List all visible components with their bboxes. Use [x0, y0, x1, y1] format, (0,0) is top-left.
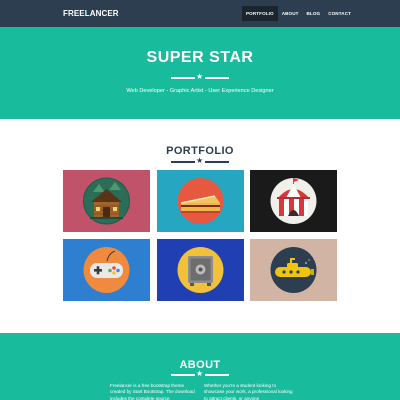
submarine-icon — [270, 247, 317, 293]
portfolio-item-game-controller[interactable] — [63, 239, 150, 301]
portfolio-star-divider: ★ — [0, 156, 400, 166]
game-controller-icon — [83, 247, 130, 293]
nav-menu: PORTFOLIO ABOUT BLOG CONTACT — [242, 6, 355, 21]
about-text-left: Freelancer is a free bootstrap theme cre… — [110, 383, 195, 400]
divider-line-left — [171, 374, 195, 376]
brand-logo-text[interactable]: FREELANCER — [63, 9, 119, 18]
about-text-right: Whether you're a student looking to show… — [204, 383, 293, 400]
portfolio-item-cake[interactable] — [157, 170, 244, 232]
circus-tent-icon — [270, 178, 317, 224]
nav-item-blog[interactable]: BLOG — [303, 6, 325, 21]
cabin-icon — [83, 177, 130, 225]
divider-line-left — [171, 77, 195, 79]
hero-subtitle: Web Developer - Graphic Artist - User Ex… — [126, 88, 274, 94]
star-icon: ★ — [196, 72, 204, 81]
nav-item-contact[interactable]: CONTACT — [324, 6, 355, 21]
divider-line-left — [171, 161, 195, 163]
divider-line-right — [205, 77, 229, 79]
star-icon: ★ — [196, 369, 204, 378]
hero-star-divider: ★ — [0, 72, 400, 82]
navbar: FREELANCER PORTFOLIO ABOUT BLOG CONTACT — [0, 0, 400, 27]
about-star-divider: ★ — [0, 369, 400, 379]
nav-item-about[interactable]: ABOUT — [278, 6, 303, 21]
portfolio-item-circus-tent[interactable] — [250, 170, 337, 232]
cake-icon — [177, 178, 224, 224]
portfolio-item-cabin[interactable] — [63, 170, 150, 232]
star-icon: ★ — [196, 156, 204, 165]
portfolio-item-safe[interactable] — [157, 239, 244, 301]
safe-icon — [177, 247, 224, 293]
hero-title: SUPER STAR — [146, 49, 254, 66]
divider-line-right — [205, 161, 229, 163]
about-section: ABOUT ★ Freelancer is a free bootstrap t… — [0, 333, 400, 400]
nav-item-portfolio[interactable]: PORTFOLIO — [242, 6, 278, 21]
hero-header: SUPER STAR ★ Web Developer - Graphic Art… — [0, 27, 400, 119]
divider-line-right — [205, 374, 229, 376]
portfolio-item-submarine[interactable] — [250, 239, 337, 301]
